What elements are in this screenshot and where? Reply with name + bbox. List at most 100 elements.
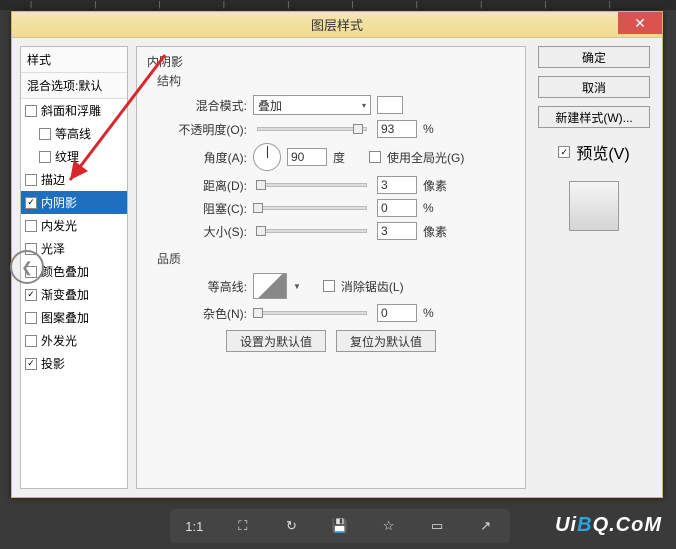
size-input[interactable]: 3	[377, 222, 417, 240]
style-item-label: 颜色叠加	[41, 263, 89, 280]
ruler: | | | | | | | | | | |	[0, 0, 676, 10]
choke-label: 阻塞(C):	[147, 200, 247, 217]
style-item[interactable]: 渐变叠加	[21, 283, 127, 306]
star-icon[interactable]: ☆	[379, 518, 399, 534]
style-item-label: 描边	[41, 171, 65, 188]
style-item-label: 纹理	[55, 148, 79, 165]
cancel-button[interactable]: 取消	[538, 76, 650, 98]
slider-thumb[interactable]	[256, 226, 266, 236]
size-slider[interactable]	[257, 229, 367, 233]
angle-input[interactable]: 90	[287, 148, 327, 166]
style-checkbox[interactable]	[39, 151, 51, 163]
slider-thumb[interactable]	[256, 180, 266, 190]
style-checkbox[interactable]	[39, 128, 51, 140]
style-item[interactable]: 等高线	[21, 122, 127, 145]
style-item[interactable]: 纹理	[21, 145, 127, 168]
save-icon[interactable]: 💾	[330, 518, 350, 534]
global-light-checkbox[interactable]	[369, 151, 381, 163]
style-checkbox[interactable]	[25, 220, 37, 232]
antialias-label: 消除锯齿(L)	[341, 278, 404, 295]
blend-mode-label: 混合模式:	[147, 97, 247, 114]
style-item-label: 图案叠加	[41, 309, 89, 326]
back-icon[interactable]: ❮	[10, 250, 44, 284]
opacity-input[interactable]: 93	[377, 120, 417, 138]
slider-thumb[interactable]	[253, 308, 263, 318]
style-item-label: 渐变叠加	[41, 286, 89, 303]
watermark-logo: UiBQ.CoM	[555, 514, 662, 537]
preview-label: 预览(V)	[576, 140, 629, 164]
distance-label: 距离(D):	[147, 177, 247, 194]
slider-thumb[interactable]	[353, 124, 363, 134]
style-checkbox[interactable]	[25, 105, 37, 117]
angle-dial[interactable]	[253, 143, 281, 171]
style-item-label: 内发光	[41, 217, 77, 234]
blend-options-header[interactable]: 混合选项:默认	[21, 73, 127, 99]
noise-input[interactable]: 0	[377, 304, 417, 322]
preview-swatch	[569, 181, 619, 231]
size-label: 大小(S):	[147, 223, 247, 240]
slider-thumb[interactable]	[253, 203, 263, 213]
chevron-down-icon[interactable]: ▼	[293, 282, 301, 291]
style-item[interactable]: 内阴影	[21, 191, 127, 214]
style-item[interactable]: 投影	[21, 352, 127, 375]
style-item-label: 投影	[41, 355, 65, 372]
style-item[interactable]: 外发光	[21, 329, 127, 352]
new-style-button[interactable]: 新建样式(W)...	[538, 106, 650, 128]
choke-slider[interactable]	[257, 206, 367, 210]
distance-input[interactable]: 3	[377, 176, 417, 194]
ok-button[interactable]: 确定	[538, 46, 650, 68]
make-default-button[interactable]: 设置为默认值	[226, 330, 326, 352]
window-title: 图层样式	[311, 15, 363, 34]
style-item-label: 外发光	[41, 332, 77, 349]
style-item[interactable]: 内发光	[21, 214, 127, 237]
styles-list: 斜面和浮雕等高线纹理描边内阴影内发光光泽颜色叠加渐变叠加图案叠加外发光投影	[21, 99, 127, 375]
noise-unit: %	[423, 306, 453, 320]
antialias-checkbox[interactable]	[323, 280, 335, 292]
layer-style-dialog: 图层样式 ✕ 样式 混合选项:默认 斜面和浮雕等高线纹理描边内阴影内发光光泽颜色…	[11, 11, 663, 498]
style-checkbox[interactable]	[25, 335, 37, 347]
noise-slider[interactable]	[257, 311, 367, 315]
fullscreen-icon[interactable]: ⛶	[233, 518, 253, 534]
style-checkbox[interactable]	[25, 289, 37, 301]
shadow-color-swatch[interactable]	[377, 96, 403, 114]
close-button[interactable]: ✕	[618, 12, 662, 34]
rotate-icon[interactable]: ↻	[281, 518, 301, 534]
noise-label: 杂色(N):	[147, 305, 247, 322]
choke-unit: %	[423, 201, 453, 215]
contour-picker[interactable]	[253, 273, 287, 299]
style-checkbox[interactable]	[25, 358, 37, 370]
size-unit: 像素	[423, 223, 453, 240]
distance-unit: 像素	[423, 177, 453, 194]
share-icon[interactable]: ↗	[476, 518, 496, 534]
opacity-label: 不透明度(O):	[147, 121, 247, 138]
distance-slider[interactable]	[257, 183, 367, 187]
opacity-unit: %	[423, 122, 453, 136]
structure-group-title: 结构	[157, 72, 515, 89]
styles-header: 样式	[21, 47, 127, 73]
blend-mode-select[interactable]: 叠加 ▾	[253, 95, 371, 115]
reset-default-button[interactable]: 复位为默认值	[336, 330, 436, 352]
device-icon[interactable]: ▭	[427, 518, 447, 534]
angle-unit: 度	[333, 149, 363, 166]
style-checkbox[interactable]	[25, 174, 37, 186]
actions-panel: 确定 取消 新建样式(W)... 预览(V)	[534, 46, 654, 489]
zoom-label[interactable]: 1:1	[184, 519, 204, 534]
style-checkbox[interactable]	[25, 312, 37, 324]
dialog-content: 样式 混合选项:默认 斜面和浮雕等高线纹理描边内阴影内发光光泽颜色叠加渐变叠加图…	[12, 38, 662, 497]
style-item[interactable]: 斜面和浮雕	[21, 99, 127, 122]
style-item-label: 等高线	[55, 125, 91, 142]
viewer-toolbar: 1:1 ⛶ ↻ 💾 ☆ ▭ ↗	[170, 509, 510, 543]
style-item-label: 内阴影	[41, 194, 77, 211]
style-item[interactable]: 描边	[21, 168, 127, 191]
close-icon: ✕	[634, 15, 646, 32]
blend-mode-value: 叠加	[258, 97, 282, 114]
opacity-slider[interactable]	[257, 127, 367, 131]
contour-label: 等高线:	[147, 278, 247, 295]
preview-checkbox[interactable]	[558, 146, 570, 158]
global-light-label: 使用全局光(G)	[387, 149, 464, 166]
choke-input[interactable]: 0	[377, 199, 417, 217]
style-item[interactable]: 图案叠加	[21, 306, 127, 329]
titlebar[interactable]: 图层样式 ✕	[12, 12, 662, 38]
style-checkbox[interactable]	[25, 197, 37, 209]
section-title: 内阴影	[147, 53, 515, 70]
